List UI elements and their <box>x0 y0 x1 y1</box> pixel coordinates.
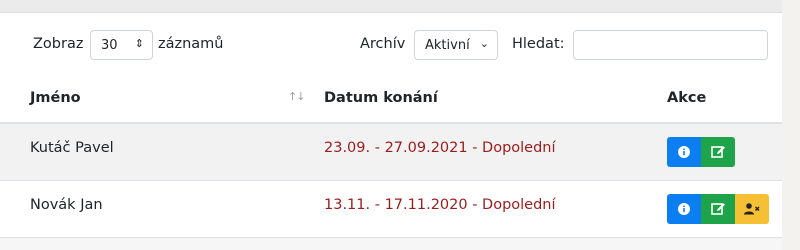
edit-icon <box>710 146 725 158</box>
row-date: 13.11. - 17.11.2020 - Dopolední <box>324 197 556 213</box>
page-size-select[interactable]: 30 ⇕ <box>90 30 153 60</box>
header-actions: Akce <box>667 90 707 106</box>
table-controls: Zobraz 30 ⇕ záznamů Archív Aktivní ⌄ Hle… <box>0 30 782 62</box>
page-scrollbar[interactable] <box>782 0 800 250</box>
table-panel: Zobraz 30 ⇕ záznamů Archív Aktivní ⌄ Hle… <box>0 0 782 250</box>
edit-button[interactable] <box>701 194 735 224</box>
edit-icon <box>710 203 725 215</box>
table-row: Novák Jan 13.11. - 17.11.2020 - Dopoledn… <box>0 181 782 238</box>
row-date: 23.09. - 27.09.2021 - Dopolední <box>324 140 556 156</box>
archive-label: Archív <box>360 36 406 52</box>
header-date[interactable]: Datum konání <box>324 90 438 106</box>
table-header: Jméno ↑↓ Datum konání Akce <box>0 80 782 124</box>
info-icon <box>678 203 690 215</box>
dropdown-arrow-icon: ⌄ <box>479 37 489 50</box>
row-name: Kutáč Pavel <box>30 140 114 156</box>
search-input[interactable] <box>573 30 768 60</box>
info-button[interactable] <box>667 137 701 167</box>
sort-icon[interactable]: ↑↓ <box>288 90 305 103</box>
updown-arrow-icon: ⇕ <box>134 37 144 50</box>
edit-button[interactable] <box>701 137 735 167</box>
search-label: Hledat: <box>512 36 565 52</box>
panel-top-band <box>0 0 782 13</box>
archive-value: Aktivní <box>425 38 470 53</box>
table-row: Kutáč Pavel 23.09. - 27.09.2021 - Dopole… <box>0 124 782 181</box>
header-name[interactable]: Jméno <box>30 90 81 106</box>
show-label: Zobraz <box>33 36 84 52</box>
user-remove-icon <box>744 203 760 215</box>
bottom-band <box>0 238 782 250</box>
records-label: záznamů <box>158 36 224 52</box>
archive-select[interactable]: Aktivní ⌄ <box>414 30 498 60</box>
remove-user-button[interactable] <box>735 194 769 224</box>
page-size-value: 30 <box>101 38 118 53</box>
info-button[interactable] <box>667 194 701 224</box>
info-icon <box>678 146 690 158</box>
row-name: Novák Jan <box>30 197 103 213</box>
